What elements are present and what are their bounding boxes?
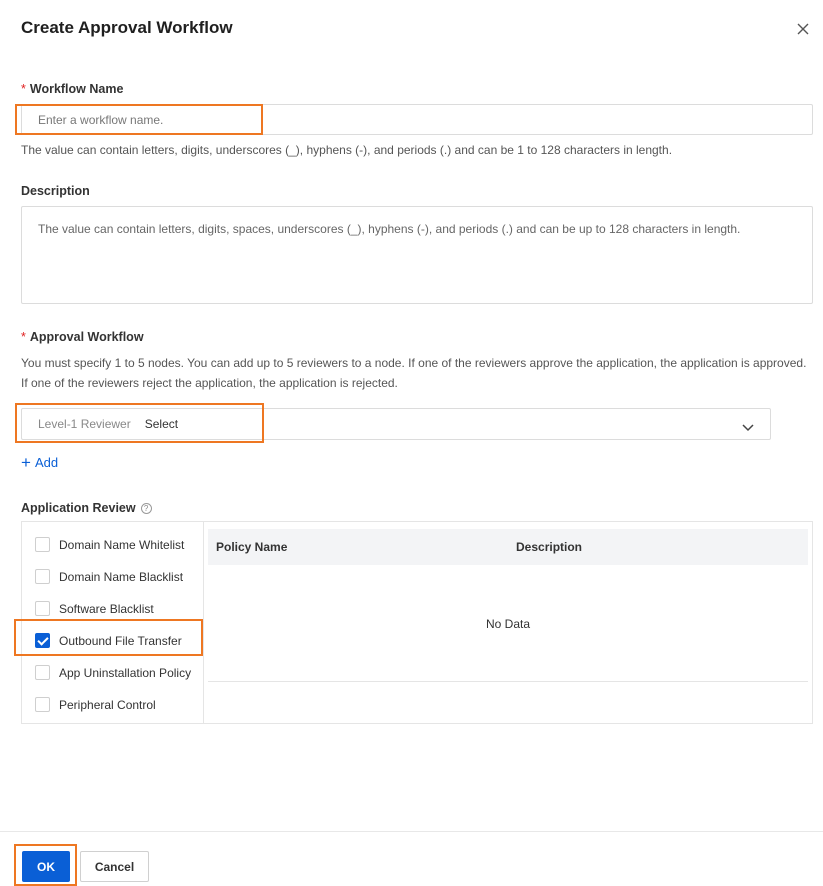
checkbox-icon[interactable] [35,697,50,712]
workflow-name-field[interactable] [21,104,813,135]
table-divider [208,681,808,682]
help-icon[interactable]: ? [140,503,152,514]
checkbox-icon[interactable] [35,601,50,616]
footer-divider [0,831,823,832]
workflow-name-input[interactable] [22,105,812,134]
reviewer-prefix: Level-1 Reviewer [38,417,131,431]
checkbox-icon[interactable] [35,569,50,584]
application-review-panel: Domain Name Whitelist Domain Name Blackl… [21,521,813,724]
policy-type-list: Domain Name Whitelist Domain Name Blackl… [22,522,204,723]
approval-workflow-label: * Approval Workflow [21,330,144,344]
checkbox-peripheral-control[interactable]: Peripheral Control [35,697,156,712]
cancel-button[interactable]: Cancel [80,851,149,882]
chevron-down-icon [742,419,754,432]
checkbox-software-blacklist[interactable]: Software Blacklist [35,601,154,616]
checkbox-domain-name-blacklist[interactable]: Domain Name Blacklist [35,569,183,584]
description-label: Description [21,184,90,198]
required-mark: * [21,330,26,344]
ok-button[interactable]: OK [22,851,70,882]
workflow-name-hint: The value can contain letters, digits, u… [21,143,673,157]
description-field[interactable] [21,206,813,304]
checkbox-outbound-file-transfer[interactable]: Outbound File Transfer [35,633,182,648]
add-reviewer-button[interactable]: + Add [21,454,58,471]
approval-workflow-hint-2: If one of the reviewers reject the appli… [21,376,398,390]
checkbox-icon[interactable] [35,665,50,680]
required-mark: * [21,82,26,96]
workflow-name-label: * Workflow Name [21,82,124,96]
close-icon[interactable] [796,22,812,38]
table-empty-text: No Data [485,617,531,631]
create-approval-workflow-dialog: Create Approval Workflow * Workflow Name … [0,0,823,886]
column-description: Description [516,540,583,554]
approval-workflow-hint-1: You must specify 1 to 5 nodes. You can a… [21,356,807,370]
dialog-title: Create Approval Workflow [21,18,233,37]
reviewer-select-value: Select [144,417,179,431]
description-textarea[interactable] [22,207,812,303]
checkbox-icon[interactable] [35,537,50,552]
plus-icon: + [21,453,31,472]
application-review-label: Application Review? [21,501,152,515]
level-1-reviewer-select[interactable]: Level-1 Reviewer Select [21,408,771,440]
checkbox-checked-icon[interactable] [35,633,50,648]
policy-table-header: Policy Name Description [208,529,808,565]
checkbox-domain-name-whitelist[interactable]: Domain Name Whitelist [35,537,184,552]
column-policy-name: Policy Name [216,540,288,554]
checkbox-app-uninstallation-policy[interactable]: App Uninstallation Policy [35,665,191,680]
